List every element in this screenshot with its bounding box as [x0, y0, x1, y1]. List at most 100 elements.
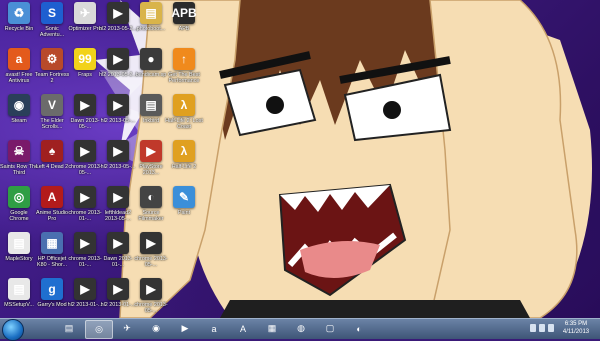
desktop-icon[interactable]: ▤ MapleStory	[2, 232, 36, 278]
tray-flag-icon[interactable]	[530, 324, 536, 332]
desktop-icon[interactable]: ▶ hl2 2013-05-...	[101, 140, 135, 186]
app-icon: ▤	[140, 94, 162, 116]
desktop-icon[interactable]: ▶ lefthldead2 2013-05-...	[101, 186, 135, 232]
app-icon: ▶	[107, 48, 129, 70]
desktop-icon[interactable]: ◉ Steam	[2, 94, 36, 140]
desktop-icon[interactable]: ▦ HP Officejet K80 - Shor...	[35, 232, 69, 278]
clock[interactable]: 6:35 PM 4/11/2013	[556, 320, 596, 336]
desktop-icon[interactable]: g Garry's Mod	[35, 278, 69, 318]
app-icon: g	[41, 278, 63, 300]
desktop-icon[interactable]: ⚙ Team Fortress 2	[35, 48, 69, 94]
desktop-icon[interactable]: ▤ photoboot...	[134, 2, 168, 48]
app-icon: ▤	[8, 232, 30, 254]
desktop-icon[interactable]: ▶ chrome 2013-05-...	[68, 140, 102, 186]
app-icon: S	[41, 2, 63, 24]
app-icon: ✈	[74, 2, 96, 24]
app-icon: ▶	[107, 186, 129, 208]
clock-date: 4/11/2013	[562, 329, 590, 335]
app-icon: ↑	[173, 48, 195, 70]
app-icon: ▤	[140, 2, 162, 24]
app-icon: ▤	[8, 278, 30, 300]
desktop-icon[interactable]: ▶ Dawn 2013-01-...	[101, 232, 135, 278]
desktop-icon[interactable]: a avast! Free Antivirus	[2, 48, 36, 94]
app-icon: ▶	[107, 140, 129, 162]
app-icon: a	[8, 48, 30, 70]
desktop-icon-label: Half-Life 2	[171, 164, 197, 170]
clock-time: 6:35 PM	[564, 321, 588, 327]
anime-studio-icon[interactable]: A	[230, 320, 256, 337]
desktop-icon[interactable]: ◐ Source Filmmaker	[134, 186, 168, 232]
desktop-icon[interactable]: V The Elder Scrolls...	[35, 94, 69, 140]
app-icon: ▶	[140, 232, 162, 254]
desktop-icon[interactable]: ▶ chrome 2013-05-...	[134, 232, 168, 278]
app-icon: ▶	[74, 140, 96, 162]
desktop-icon[interactable]: ▤ MSSetupV...	[2, 278, 36, 318]
app-icon: ▶	[107, 2, 129, 24]
app-icon: ▶	[107, 232, 129, 254]
desktop-icon[interactable]: ▶ chrome 2013-01-...	[68, 186, 102, 232]
desktop-icon-label: chrome 2013-05-...	[134, 302, 168, 314]
desktop-icon[interactable]: ▶ Dawn 2013-05-...	[68, 94, 102, 140]
steam-icon[interactable]: ◉	[143, 320, 169, 337]
desktop-icon[interactable]: A Anime Studio Pro	[35, 186, 69, 232]
app-icon: ▶	[74, 186, 96, 208]
desktop-icon[interactable]: ▶ chrome 2013-01-...	[68, 232, 102, 278]
desktop-icon[interactable]: ● bandicam.sp	[134, 48, 168, 94]
desktop-icon[interactable]: S Sonic Adventu...	[35, 2, 69, 48]
app-icon: ▶	[140, 278, 162, 300]
app-icon: APB	[171, 2, 197, 24]
desktop-icon[interactable]: ♻ Recycle Bin	[2, 2, 36, 48]
desktop-icon[interactable]: APB APB	[167, 2, 201, 48]
app-icon: ☠	[8, 140, 30, 162]
explorer-icon[interactable]: ▤	[56, 320, 82, 337]
avast-icon[interactable]: a	[201, 320, 227, 337]
desktop-icon[interactable]: λ Half-Life 2	[167, 140, 201, 186]
app-icon: λ	[173, 140, 195, 162]
desktop-icon[interactable]: ✈ Optimizer Pro	[68, 2, 102, 48]
desktop-icon[interactable]: ▤ Inkbird	[134, 94, 168, 140]
tray-network-icon[interactable]	[539, 324, 545, 332]
app-icon: ◎	[8, 186, 30, 208]
desktop-icon[interactable]: ☠ Saints Row The Third	[0, 140, 38, 186]
app-icon: ♻	[8, 2, 30, 24]
tray-volume-icon[interactable]	[548, 324, 554, 332]
desktop-icon[interactable]: ◎ Google Chrome	[2, 186, 36, 232]
desktop-icon[interactable]: ▶ hl2 2013-05-2...	[99, 48, 137, 94]
source-filmmaker-icon[interactable]: ◐	[346, 320, 372, 337]
desktop-icon[interactable]: ✎ Paint	[167, 186, 201, 232]
media-player-icon[interactable]: ▶	[172, 320, 198, 337]
app-icon: ◐	[140, 186, 162, 208]
desktop-icon[interactable]: 99 Fraps	[68, 48, 102, 94]
app-icon: ◉	[8, 94, 30, 116]
app-icon: ▶	[107, 278, 129, 300]
terminal-icon[interactable]: ▦	[259, 320, 285, 337]
chrome-icon[interactable]: ◎	[85, 320, 113, 339]
app-icon: A	[41, 186, 63, 208]
desktop-icon[interactable]: ▶ PlayStore 2013...	[134, 140, 168, 186]
desktop-icon[interactable]: ▶ hl2 2013-01-...	[68, 278, 102, 318]
taskbar: ▤ ◎ ✈ ◉ ▶ a A ▦ ◍ ▢ ◐ 6:35 PM 4/11/2013	[0, 318, 600, 341]
desktop-icon-label: Paint	[177, 210, 191, 216]
system-tray	[530, 324, 554, 334]
desktop-icon[interactable]: ♠ Left 4 Dead 2	[35, 140, 69, 186]
desktop-icon-label: Half-Life 2: Lost Coast	[165, 118, 203, 130]
app-icon: ▦	[41, 232, 63, 254]
desktop-icon-label: chrome 2013-05-...	[134, 256, 168, 268]
window-icon[interactable]: ▢	[317, 320, 343, 337]
app-icon: ✎	[173, 186, 195, 208]
network-icon[interactable]: ◍	[288, 320, 314, 337]
app-icon: V	[41, 94, 63, 116]
desktop-icon[interactable]: ▶ hl2 2013-01-...	[101, 278, 135, 318]
desktop-icon[interactable]: ↑ Get The Best Performance	[167, 48, 201, 94]
desktop-icon[interactable]: ▶ hl2 2013-05-2...	[99, 2, 137, 48]
app-icon: ♠	[41, 140, 63, 162]
desktop: ♻ Recycle Bin S Sonic Adventu... ✈ Optimizer …	[0, 0, 600, 318]
desktop-icon[interactable]: λ Half-Life 2: Lost Coast	[165, 94, 203, 140]
desktop-icon[interactable]: ▶ chrome 2013-05-...	[134, 278, 168, 318]
app-icon: λ	[173, 94, 195, 116]
optimizer-icon[interactable]: ✈	[114, 320, 140, 337]
desktop-icon-label: APB	[178, 26, 190, 32]
desktop-icon[interactable]: ▶ hl2 2013-05-...	[101, 94, 135, 140]
app-icon: ●	[140, 48, 162, 70]
app-icon: 99	[74, 48, 96, 70]
